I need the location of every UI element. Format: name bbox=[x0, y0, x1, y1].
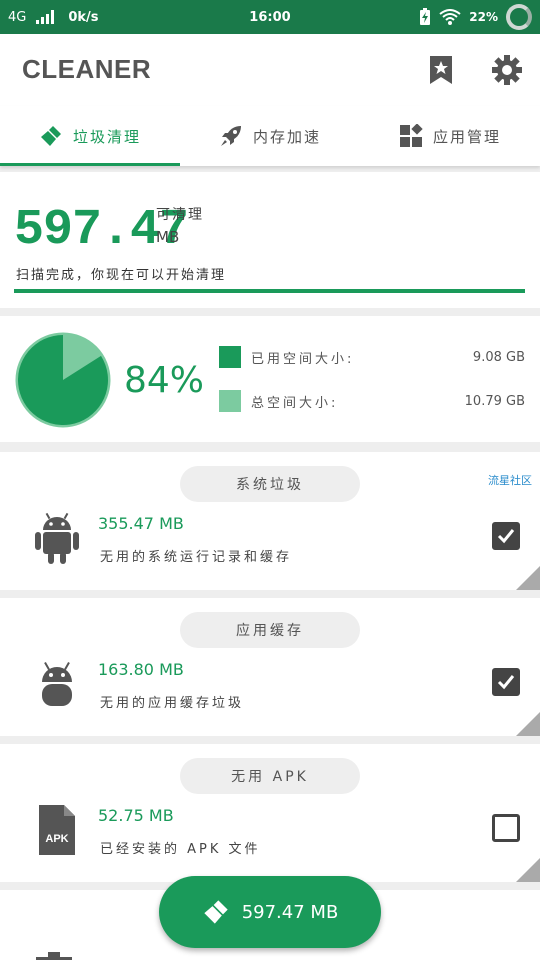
item-checkbox[interactable] bbox=[492, 814, 520, 842]
android-icon bbox=[35, 512, 79, 564]
item-size: 355.47 MB bbox=[98, 514, 184, 533]
settings-button[interactable] bbox=[489, 52, 525, 88]
item-title-pill: 无用 APK bbox=[180, 758, 360, 794]
item-checkbox[interactable] bbox=[492, 668, 520, 696]
gear-icon bbox=[492, 55, 522, 85]
list-item-system-junk[interactable]: 系统垃圾 355.47 MB 无用的系统运行记录和缓存 bbox=[0, 452, 540, 590]
rocket-icon bbox=[220, 126, 241, 146]
item-size: 163.80 MB bbox=[98, 660, 184, 679]
tab-junk-clean[interactable]: 垃圾清理 bbox=[0, 106, 180, 166]
cleanable-label: 可清理 bbox=[156, 207, 204, 223]
apk-file-icon: APK bbox=[39, 805, 75, 855]
used-value: 9.08 GB bbox=[472, 349, 525, 365]
total-value: 10.79 GB bbox=[464, 393, 525, 409]
item-checkbox[interactable] bbox=[492, 522, 520, 550]
bookmark-button[interactable] bbox=[423, 52, 459, 88]
partial-item-icon bbox=[36, 952, 72, 960]
check-icon bbox=[497, 529, 515, 544]
storage-pie-chart bbox=[15, 332, 111, 428]
expand-corner-icon[interactable] bbox=[516, 858, 540, 882]
tab-label: 内存加速 bbox=[252, 127, 321, 146]
item-description: 已经安装的 APK 文件 bbox=[100, 842, 261, 857]
signal-icon bbox=[36, 10, 55, 24]
apps-icon bbox=[399, 124, 423, 147]
watermark-text: 流星社区 bbox=[488, 474, 532, 487]
item-size: 52.75 MB bbox=[98, 806, 174, 825]
tab-memory-boost[interactable]: 内存加速 bbox=[180, 106, 360, 166]
battery-charging-icon bbox=[420, 8, 431, 25]
total-swatch bbox=[219, 390, 241, 412]
bookmark-star-icon bbox=[430, 56, 452, 84]
item-title-pill: 应用缓存 bbox=[180, 612, 360, 648]
scan-progress-fill bbox=[14, 289, 525, 293]
broom-icon bbox=[40, 126, 61, 146]
network-type: 4G bbox=[8, 9, 27, 25]
status-bar: 4G 0k/s 16:00 22% bbox=[0, 0, 540, 34]
item-title-pill: 系统垃圾 bbox=[180, 466, 360, 502]
used-label: 已用空间大小: bbox=[251, 351, 355, 367]
network-speed: 0k/s bbox=[68, 9, 99, 25]
legend-total: 总空间大小: 10.79 GB bbox=[219, 390, 525, 412]
item-description: 无用的系统运行记录和缓存 bbox=[100, 550, 293, 565]
expand-corner-icon[interactable] bbox=[516, 712, 540, 736]
app-title: CLEANER bbox=[22, 54, 152, 84]
check-icon bbox=[497, 675, 515, 690]
cleanable-unit: MB bbox=[156, 228, 180, 246]
list-item-app-cache[interactable]: 应用缓存 163.80 MB 无用的应用缓存垃圾 bbox=[0, 598, 540, 736]
tab-label: 垃圾清理 bbox=[72, 127, 141, 146]
svg-text:APK: APK bbox=[45, 833, 68, 845]
battery-level: 22% bbox=[469, 10, 498, 24]
clean-button[interactable]: 597.47 MB bbox=[159, 876, 381, 948]
clean-summary-card: 597.47 可清理 MB 扫描完成，你现在可以开始清理 bbox=[0, 172, 540, 308]
broom-icon bbox=[204, 900, 228, 924]
scan-progress-bar bbox=[14, 289, 525, 293]
tab-label: 应用管理 bbox=[432, 127, 501, 146]
scan-status-message: 扫描完成，你现在可以开始清理 bbox=[16, 268, 227, 283]
tab-bar: 垃圾清理 内存加速 应用管理 bbox=[0, 106, 540, 166]
app-bar: CLEANER bbox=[0, 34, 540, 106]
clean-button-label: 597.47 MB bbox=[241, 901, 339, 923]
storage-percent: 84% bbox=[124, 360, 205, 401]
android-head-icon bbox=[42, 662, 72, 706]
used-swatch bbox=[219, 346, 241, 368]
battery-ring-icon bbox=[506, 4, 532, 30]
legend-used: 已用空间大小: 9.08 GB bbox=[219, 346, 525, 368]
list-item-unused-apk[interactable]: 无用 APK APK 52.75 MB 已经安装的 APK 文件 bbox=[0, 744, 540, 882]
expand-corner-icon[interactable] bbox=[516, 566, 540, 590]
tab-app-manage[interactable]: 应用管理 bbox=[360, 106, 540, 166]
storage-card: 84% 已用空间大小: 9.08 GB 总空间大小: 10.79 GB bbox=[0, 316, 540, 442]
total-label: 总空间大小: bbox=[251, 395, 339, 411]
item-description: 无用的应用缓存垃圾 bbox=[100, 696, 245, 711]
wifi-icon bbox=[439, 9, 461, 25]
